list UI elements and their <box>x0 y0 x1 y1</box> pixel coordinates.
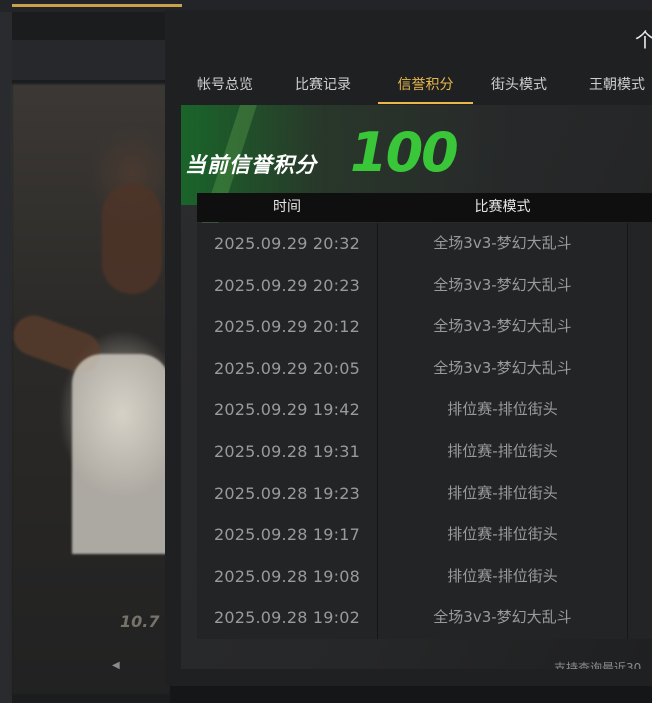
row-mode: 排位赛-排位街头 <box>447 400 558 419</box>
query-range-note: 支持查询最近30 <box>554 661 642 669</box>
table-row: 2025.09.28 19:31 排位赛-排位街头 <box>197 431 652 473</box>
table-row: 2025.09.29 20:32 全场3v3-梦幻大乱斗 <box>197 223 652 265</box>
reputation-panel: 当前信誉积分 100 时间 比赛模式 2025.09.29 20:32 全场3v… <box>181 105 652 669</box>
poster-caption: 10.7 <box>120 612 160 631</box>
poster-prev-arrow-icon[interactable]: ◀ <box>112 660 120 671</box>
row-time: 2025.09.29 20:23 <box>213 275 360 295</box>
table-row: 2025.09.28 19:23 排位赛-排位街头 <box>197 473 652 515</box>
modal-title: 个 <box>635 28 652 52</box>
background-bottom-bar <box>170 686 652 703</box>
tab-reputation-score[interactable]: 信誉积分 <box>378 70 473 104</box>
row-time: 2025.09.28 19:08 <box>213 566 360 586</box>
row-time: 2025.09.29 20:12 <box>213 317 360 337</box>
score-value: 100 <box>350 121 459 184</box>
score-label: 当前信誉积分 <box>185 153 317 177</box>
background-left-column <box>0 12 12 703</box>
table-row: 2025.09.28 19:02 全场3v3-梦幻大乱斗 <box>197 597 652 639</box>
row-mode: 全场3v3-梦幻大乱斗 <box>433 608 572 627</box>
row-mode: 全场3v3-梦幻大乱斗 <box>433 275 572 294</box>
row-time: 2025.09.29 19:42 <box>213 400 360 420</box>
header-time: 时间 <box>273 199 301 215</box>
tab-account-overview[interactable]: 帐号总览 <box>189 70 261 104</box>
table-row: 2025.09.29 20:05 全场3v3-梦幻大乱斗 <box>197 348 652 390</box>
row-time: 2025.09.28 19:17 <box>213 525 360 545</box>
tab-match-records[interactable]: 比赛记录 <box>287 70 359 104</box>
row-mode: 全场3v3-梦幻大乱斗 <box>433 358 572 377</box>
poster-player-jersey <box>72 354 170 554</box>
profile-modal: 个 帐号总览 比赛记录 信誉积分 街头模式 王朝模式 当前信誉积分 100 时间… <box>165 10 652 686</box>
row-time: 2025.09.28 19:02 <box>213 608 360 628</box>
table-row: 2025.09.29 20:12 全场3v3-梦幻大乱斗 <box>197 306 652 348</box>
background-top-accent <box>12 4 182 7</box>
tab-dynasty-mode[interactable]: 王朝模式 <box>581 70 652 104</box>
table-header: 时间 比赛模式 <box>197 193 652 222</box>
table-body[interactable]: 2025.09.29 20:32 全场3v3-梦幻大乱斗 2025.09.29 … <box>197 223 652 639</box>
background-header <box>12 40 170 80</box>
player-poster-image <box>7 84 170 694</box>
row-mode: 排位赛-排位街头 <box>447 442 558 460</box>
tab-street-mode[interactable]: 街头模式 <box>483 70 555 104</box>
tab-bar: 帐号总览 比赛记录 信誉积分 街头模式 王朝模式 <box>165 70 652 104</box>
table-row: 2025.09.29 20:23 全场3v3-梦幻大乱斗 <box>197 265 652 307</box>
header-mode: 比赛模式 <box>474 199 531 215</box>
row-mode: 排位赛-排位街头 <box>447 566 558 585</box>
row-mode: 排位赛-排位街头 <box>447 525 558 544</box>
poster-player-head <box>102 184 162 294</box>
table-row: 2025.09.28 19:17 排位赛-排位街头 <box>197 514 652 556</box>
row-time: 2025.09.29 20:32 <box>213 234 360 253</box>
table-row: 2025.09.29 19:42 排位赛-排位街头 <box>197 389 652 431</box>
row-time: 2025.09.29 20:05 <box>213 358 360 378</box>
modal-title-row: 个 <box>165 10 652 60</box>
row-time: 2025.09.28 19:23 <box>213 483 360 503</box>
table-row: 2025.09.28 19:08 排位赛-排位街头 <box>197 556 652 598</box>
row-time: 2025.09.28 19:31 <box>213 442 360 461</box>
row-mode: 全场3v3-梦幻大乱斗 <box>433 234 572 252</box>
row-mode: 排位赛-排位街头 <box>447 483 558 502</box>
row-mode: 全场3v3-梦幻大乱斗 <box>433 317 572 336</box>
